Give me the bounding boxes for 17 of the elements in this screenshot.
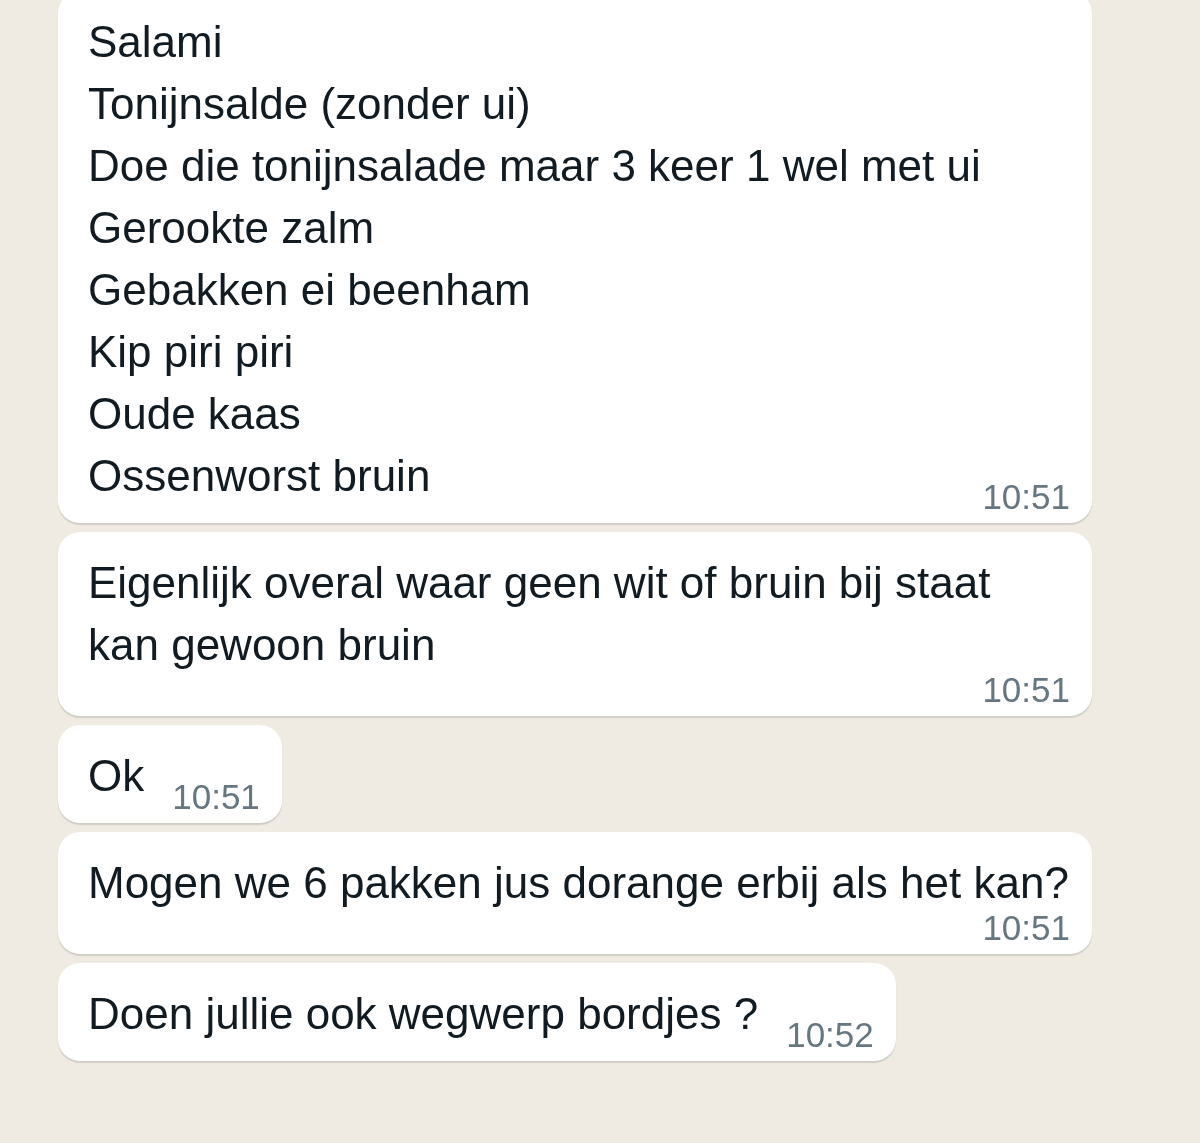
message-line: Tonijnsalde (zonder ui) xyxy=(88,78,531,130)
message-line: Salami xyxy=(88,16,223,68)
message-line: Kip piri piri xyxy=(88,326,294,378)
message-line: Oude kaas xyxy=(88,388,301,440)
message-time: 10:51 xyxy=(982,479,1070,515)
message-line: Ossenworst bruin xyxy=(88,450,431,502)
message-line: Doe die tonijnsalade maar 3 keer 1 wel met ui xyxy=(88,140,981,192)
message-time: 10:51 xyxy=(982,910,1070,946)
message-text: Doen jullie ook wegwerp bordjes ? xyxy=(88,988,759,1040)
message-time: 10:52 xyxy=(786,1017,874,1053)
message-text: Eigenlijk overal waar geen wit of bruin bij staat kan gewoon bruin xyxy=(88,557,992,671)
message-line: Gerookte zalm xyxy=(88,202,375,254)
message-text: Mogen we 6 pakken jus dorange erbij als het kan? xyxy=(88,857,1070,909)
message-text: Ok xyxy=(88,750,145,802)
message-line: Gebakken ei beenham xyxy=(88,264,531,316)
message-time: 10:51 xyxy=(172,779,260,815)
message-time: 10:51 xyxy=(982,672,1070,708)
